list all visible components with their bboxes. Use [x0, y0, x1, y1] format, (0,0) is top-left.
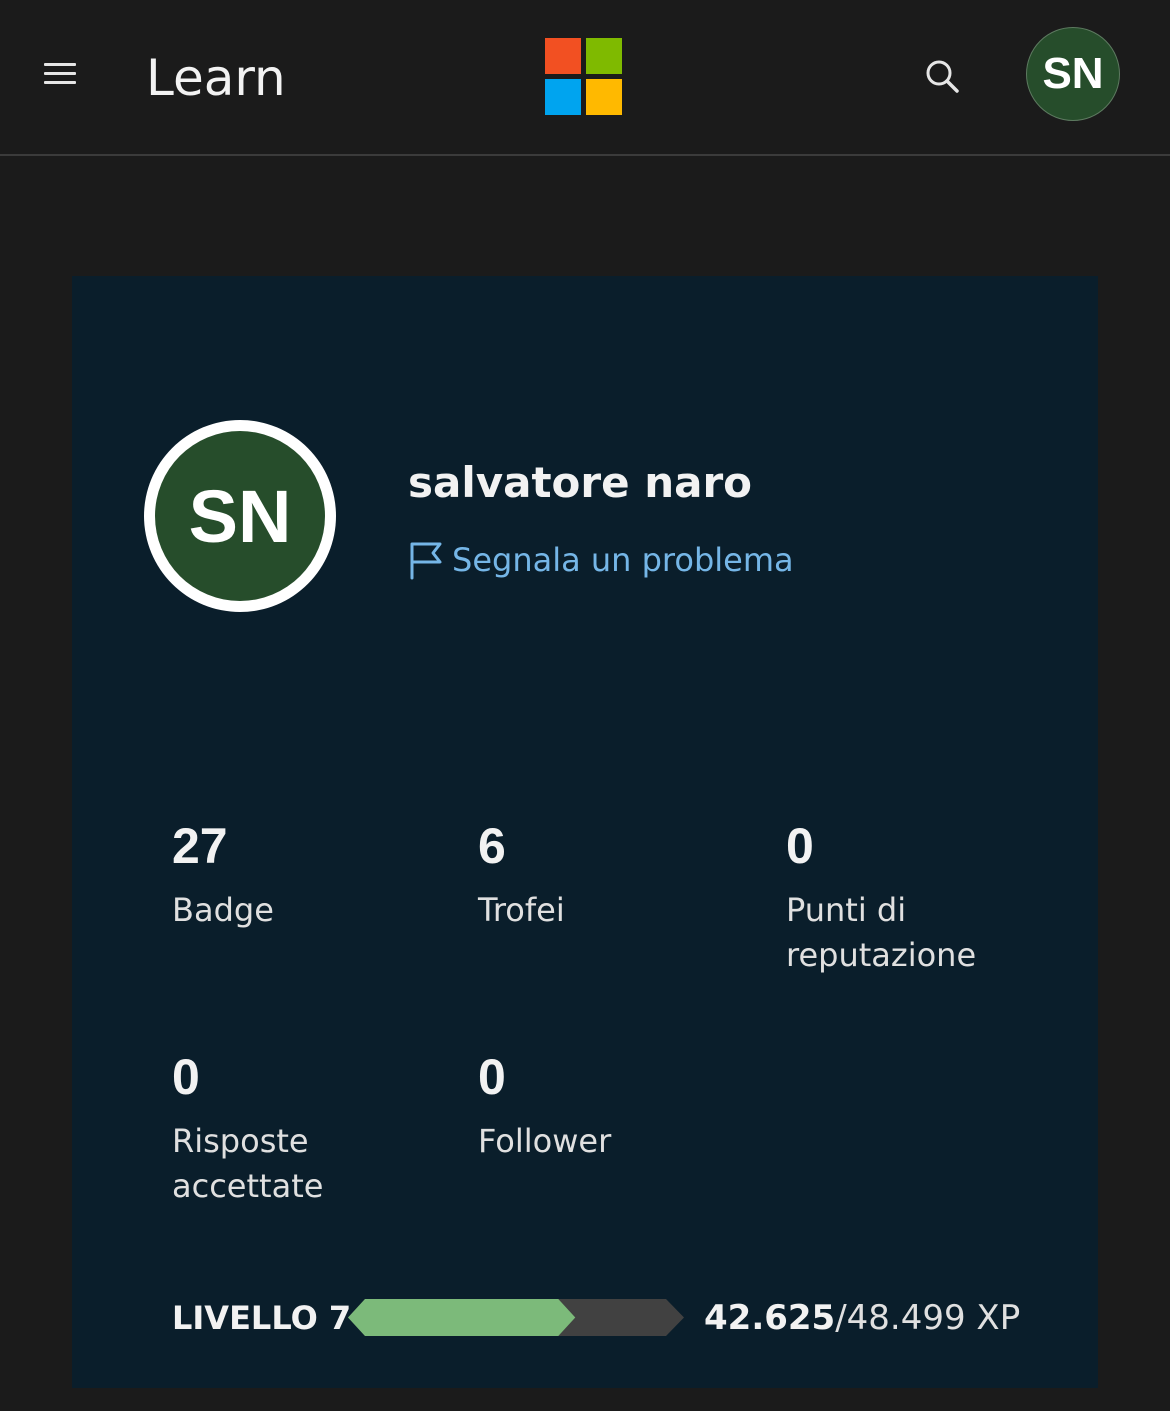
- report-problem-link[interactable]: Segnala un problema: [408, 538, 794, 582]
- app-title[interactable]: Learn: [146, 46, 286, 110]
- stat-value: 0: [786, 818, 814, 874]
- level-label: LIVELLO 7: [172, 1299, 352, 1337]
- stat-label: Follower: [478, 1122, 612, 1160]
- profile-avatar: SN: [144, 420, 336, 612]
- user-avatar-button[interactable]: SN: [1026, 27, 1120, 121]
- level-progress: LIVELLO 7 42.625/48.499 XP: [172, 1294, 1052, 1342]
- microsoft-logo[interactable]: [545, 38, 623, 115]
- logo-yellow-square: [586, 79, 622, 115]
- stat-risposte-accettate[interactable]: 0 Risposte accettate: [172, 1047, 432, 1209]
- stat-label: Punti di reputazione: [786, 891, 977, 974]
- logo-blue-square: [545, 79, 581, 115]
- hamburger-menu-icon[interactable]: [44, 62, 76, 86]
- profile-name: salvatore naro: [408, 458, 753, 507]
- top-navigation-bar: Learn SN: [0, 0, 1170, 156]
- xp-total: /48.499 XP: [835, 1298, 1021, 1338]
- profile-card: SN salvatore naro Segnala un problema 27…: [72, 276, 1098, 1388]
- stat-value: 6: [478, 818, 506, 874]
- logo-green-square: [586, 38, 622, 74]
- xp-text: 42.625/48.499 XP: [704, 1298, 1020, 1338]
- stat-follower[interactable]: 0 Follower: [478, 1047, 738, 1164]
- stat-badge[interactable]: 27 Badge: [172, 816, 432, 933]
- profile-avatar-initials: SN: [155, 431, 325, 601]
- stat-label: Badge: [172, 891, 274, 929]
- stat-value: 27: [172, 818, 228, 874]
- stat-trofei[interactable]: 6 Trofei: [478, 816, 738, 933]
- stat-label: Risposte accettate: [172, 1122, 324, 1205]
- stat-value: 0: [172, 1049, 200, 1105]
- flag-icon: [410, 542, 442, 580]
- search-button[interactable]: [920, 54, 964, 98]
- report-problem-label: Segnala un problema: [452, 541, 794, 579]
- logo-red-square: [545, 38, 581, 74]
- xp-progress-bar: [348, 1299, 684, 1336]
- xp-progress-fill: [348, 1299, 576, 1336]
- stat-label: Trofei: [478, 891, 565, 929]
- xp-current: 42.625: [704, 1298, 836, 1338]
- stat-value: 0: [478, 1049, 506, 1105]
- search-icon: [926, 60, 959, 93]
- stat-punti-reputazione[interactable]: 0 Punti di reputazione: [786, 816, 1046, 978]
